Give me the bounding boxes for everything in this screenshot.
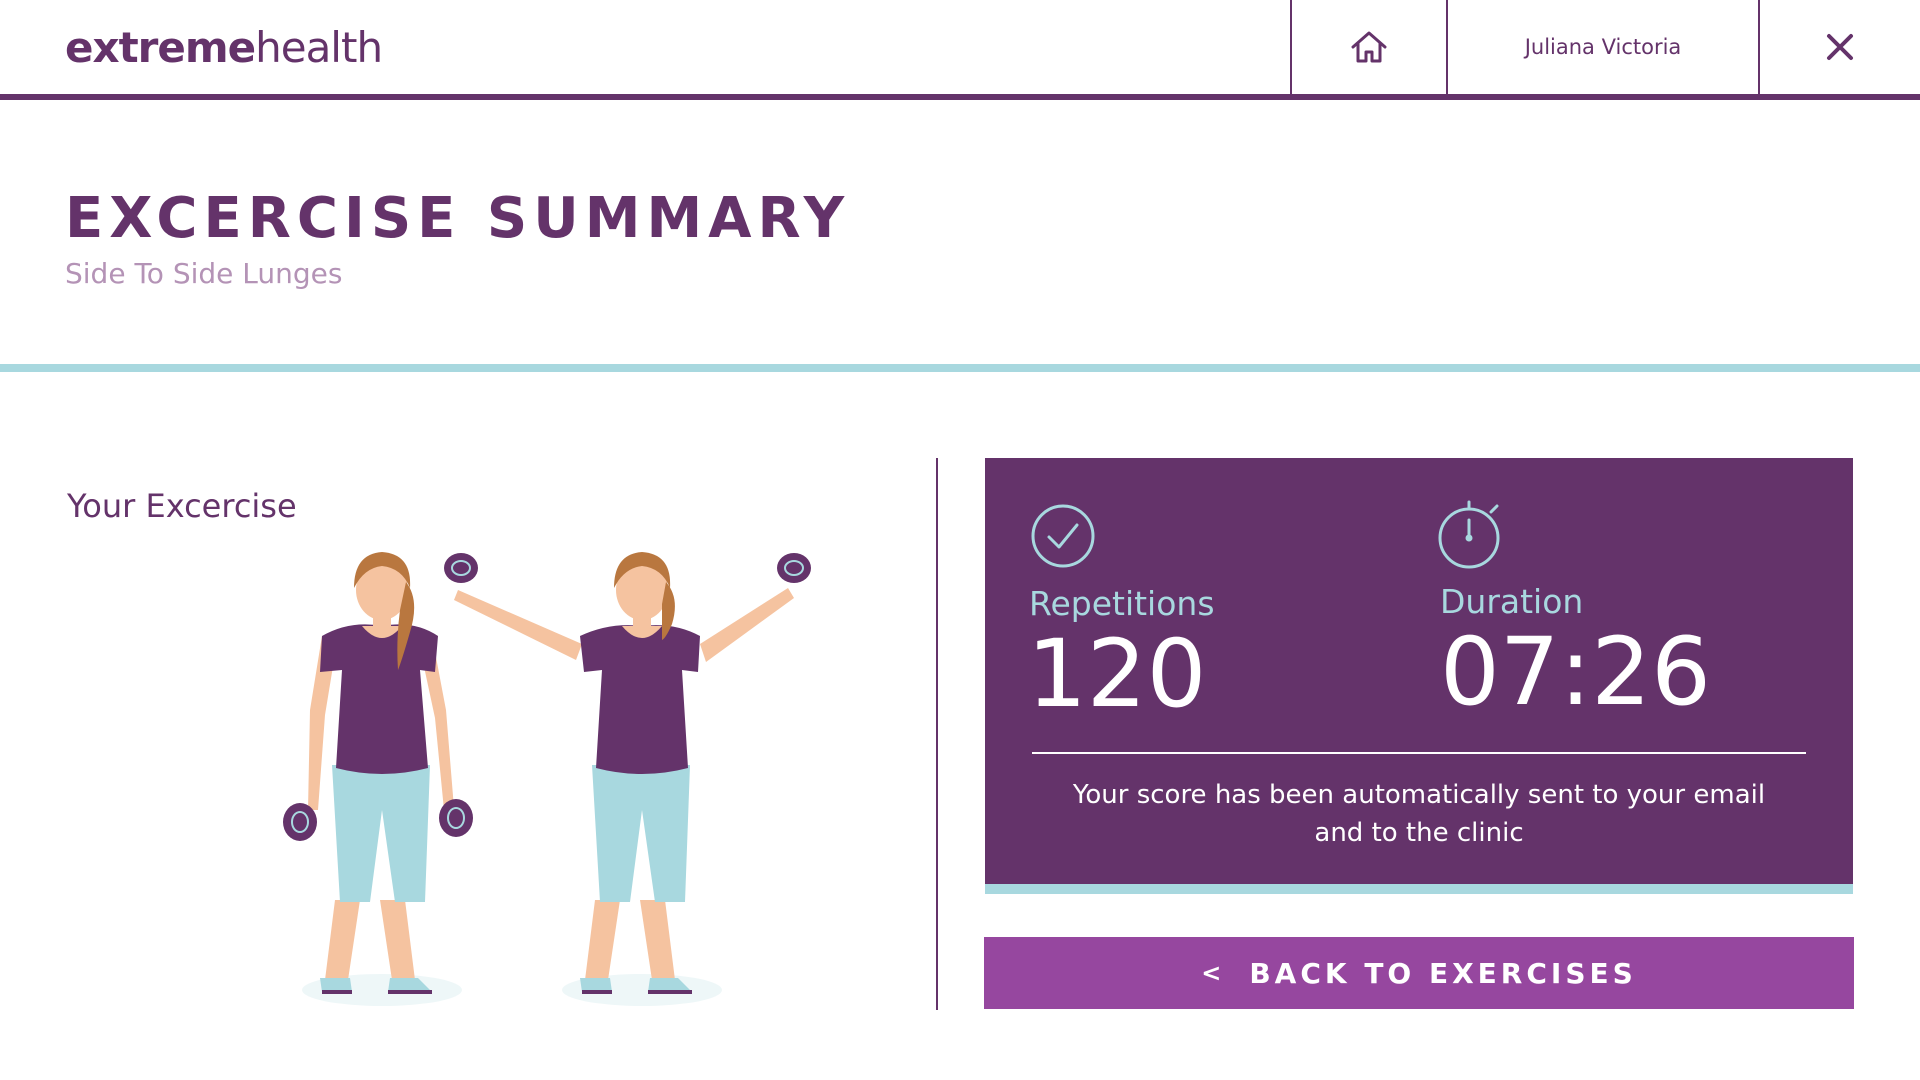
stopwatch-icon	[1438, 500, 1500, 569]
logo-light-text: health	[255, 23, 383, 72]
chevron-left-icon: <	[1201, 959, 1226, 987]
section-divider	[0, 364, 1920, 372]
check-circle-icon	[1031, 504, 1095, 568]
app-header: extremehealth Juliana Victoria	[0, 0, 1920, 100]
exercise-heading: Your Excercise	[67, 487, 297, 525]
exercise-illustration	[283, 552, 811, 1006]
close-button[interactable]	[1758, 0, 1920, 94]
home-icon	[1351, 31, 1387, 63]
card-divider	[1032, 752, 1806, 754]
page-subtitle: Side To Side Lunges	[65, 257, 343, 290]
user-profile-button[interactable]: Juliana Victoria	[1446, 0, 1758, 94]
close-icon	[1827, 34, 1853, 60]
duration-label: Duration	[1440, 582, 1584, 621]
stats-card: Repetitions 120 Duration 07:26 Your scor…	[985, 458, 1853, 884]
back-button-label: BACK TO EXERCISES	[1249, 956, 1637, 990]
duration-value: 07:26	[1440, 618, 1711, 727]
back-to-exercises-button[interactable]: < BACK TO EXERCISES	[984, 937, 1854, 1009]
home-button[interactable]	[1290, 0, 1446, 94]
page-title: EXCERCISE SUMMARY	[65, 186, 851, 251]
repetitions-label: Repetitions	[1029, 584, 1215, 623]
repetitions-value: 120	[1027, 620, 1207, 729]
user-name: Juliana Victoria	[1524, 35, 1682, 59]
card-accent-bar	[985, 884, 1853, 894]
logo-bold-text: extreme	[65, 23, 256, 72]
brand-logo[interactable]: extremehealth	[65, 22, 383, 74]
score-sent-message: Your score has been automatically sent t…	[1072, 780, 1766, 848]
figure-arms-down	[283, 552, 473, 1006]
figure-arms-raised	[444, 552, 811, 1006]
panel-divider	[936, 458, 938, 1010]
